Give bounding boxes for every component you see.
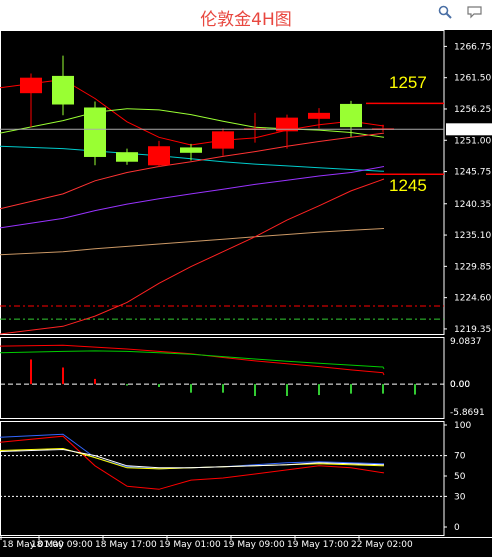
oscillator-tick-label-2: 50 (454, 472, 466, 482)
histogram-tick-label-0: 9.0837 (450, 337, 482, 347)
price-tick-label-2: 1256.25 (454, 105, 491, 115)
time-tick-label-5: 19 May 17:00 (287, 540, 349, 550)
chart-title: 伦敦金4H图 (200, 10, 292, 30)
time-tick-label-6: 22 May 02:00 (351, 540, 413, 550)
price-tick-label-0: 1266.75 (454, 42, 491, 52)
candle-body (116, 152, 138, 162)
current-price-label: 1252.84 (450, 126, 487, 136)
search-icon[interactable] (438, 5, 452, 19)
histogram-zero-label: 0.00 (450, 380, 470, 390)
candle-body (148, 146, 170, 166)
histogram-series-line-0 (0, 344, 385, 376)
oscillator-tick-label-3: 30 (454, 492, 466, 502)
price-tick-label-7: 1229.85 (454, 262, 491, 272)
price-tick-label-6: 1235.10 (454, 231, 491, 241)
price-tick-label-3: 1251.00 (454, 136, 491, 146)
candle-body (84, 107, 106, 157)
price-series-line-6 (0, 178, 385, 335)
price-tick-label-9: 1219.35 (454, 325, 491, 335)
price-series-line-3 (0, 166, 385, 229)
histogram-tick-label-2: -5.8691 (450, 408, 485, 418)
annotation-1257: 1257 (389, 73, 427, 92)
oscillator-tick-label-4: 0 (454, 523, 460, 533)
annotation-1245: 1245 (389, 176, 427, 195)
oscillator-tick-label-0: 100 (454, 421, 471, 431)
pane-frame-1 (0, 337, 445, 419)
price-tick-label-4: 1245.75 (454, 168, 491, 178)
time-tick-label-1: 18 May 09:00 (31, 540, 93, 550)
price-tick-label-5: 1240.35 (454, 200, 491, 210)
oscillator-tick-label-1: 70 (454, 452, 466, 462)
time-tick-label-3: 19 May 01:00 (159, 540, 221, 550)
time-tick-label-4: 19 May 09:00 (223, 540, 285, 550)
candle-body (180, 147, 202, 153)
candle-body (20, 77, 42, 94)
candle-body (340, 103, 362, 128)
title-bar: 伦敦金4H图 (0, 0, 492, 30)
price-series-line-5 (0, 228, 385, 256)
candle-body (212, 131, 234, 149)
comment-icon[interactable] (466, 5, 484, 19)
price-tick-label-1: 1261.50 (454, 74, 491, 84)
candle-body (52, 75, 74, 105)
price-tick-label-8: 1224.60 (454, 294, 491, 304)
oscillator-series-line-3 (0, 448, 385, 469)
time-tick-label-2: 18 May 17:00 (95, 540, 157, 550)
candle-body (308, 112, 330, 119)
